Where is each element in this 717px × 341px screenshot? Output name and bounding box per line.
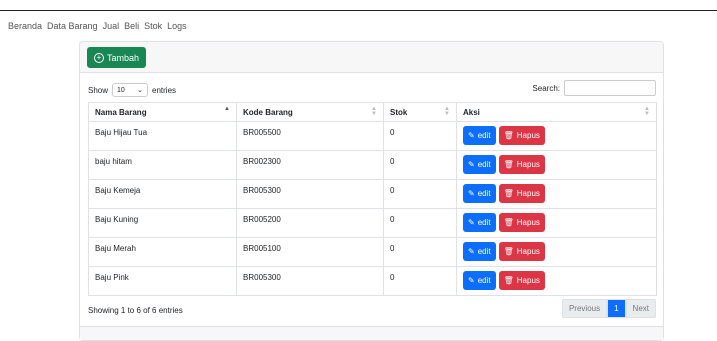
entries-select[interactable]: 10 ⌄ [112, 83, 149, 97]
pencil-icon: ✎ [468, 276, 475, 285]
cell-kode: BR002300 [236, 150, 384, 180]
pencil-icon: ✎ [468, 189, 475, 198]
search-box: Search: [532, 80, 656, 96]
pencil-icon: ✎ [468, 160, 475, 169]
card-footer [80, 326, 663, 340]
trash-icon: 🗑 [503, 218, 514, 227]
trash-icon: 🗑 [503, 189, 514, 198]
edit-button[interactable]: ✎ edit [463, 242, 496, 261]
cell-stok: 0 [383, 266, 457, 296]
cell-nama: Baju Merah [88, 237, 237, 267]
top-nav: Beranda Data Barang Jual Beli Stok Logs [8, 21, 187, 31]
edit-button[interactable]: ✎ edit [463, 126, 496, 145]
table-row: Baju Hijau Tua BR005500 0 ✎ edit 🗑 Hapus [88, 121, 657, 151]
table-header-row: Nama Barang ▲ Kode Barang ▲ ▼ Stok ▲ ▼ Aksi ▲ ▼ [88, 102, 657, 122]
hapus-button[interactable]: 🗑 Hapus [498, 184, 545, 203]
th-stok[interactable]: Stok ▲ ▼ [383, 102, 457, 122]
cell-nama: Baju Pink [88, 266, 237, 296]
nav-beranda[interactable]: Beranda [8, 21, 42, 31]
cell-nama: Baju Kuning [88, 208, 237, 238]
barang-table: Nama Barang ▲ Kode Barang ▲ ▼ Stok ▲ ▼ Aksi ▲ ▼… [88, 102, 657, 296]
hapus-button[interactable]: 🗑 Hapus [498, 271, 545, 290]
cell-stok: 0 [383, 237, 457, 267]
table-footer: Showing 1 to 6 of 6 entries Previous 1 N… [88, 297, 656, 319]
edit-button[interactable]: ✎ edit [463, 213, 496, 232]
table-row: Baju Pink BR005300 0 ✎ edit 🗑 Hapus [88, 266, 657, 296]
th-aksi[interactable]: Aksi ▲ ▼ [456, 102, 657, 122]
hapus-button[interactable]: 🗑 Hapus [498, 242, 545, 261]
edit-button[interactable]: ✎ edit [463, 184, 496, 203]
cell-stok: 0 [383, 208, 457, 238]
cell-kode: BR005200 [236, 208, 384, 238]
table-row: Baju Kemeja BR005300 0 ✎ edit 🗑 Hapus [88, 179, 657, 209]
table-row: baju hitam BR002300 0 ✎ edit 🗑 Hapus [88, 150, 657, 180]
trash-icon: 🗑 [503, 160, 514, 169]
trash-icon: 🗑 [503, 276, 514, 285]
entries-label: entries [152, 85, 177, 95]
hapus-button[interactable]: 🗑 Hapus [498, 126, 545, 145]
cell-stok: 0 [383, 121, 457, 151]
nav-stok[interactable]: Stok [144, 21, 162, 31]
data-card: + Tambah Show 10 ⌄ entries Search: Nama … [79, 41, 664, 341]
cell-kode: BR005500 [236, 121, 384, 151]
th-nama-barang[interactable]: Nama Barang ▲ [88, 102, 237, 122]
top-border [0, 10, 717, 11]
cell-nama: Baju Hijau Tua [88, 121, 237, 151]
page-1-button[interactable]: 1 [607, 299, 626, 318]
sort-icon: ▲ ▼ [444, 106, 450, 117]
previous-button[interactable]: Previous [561, 299, 608, 318]
nav-jual[interactable]: Jual [103, 21, 120, 31]
cell-stok: 0 [383, 179, 457, 209]
pencil-icon: ✎ [468, 131, 475, 140]
sort-icon: ▲ ▼ [371, 106, 377, 117]
pagination: Previous 1 Next [561, 299, 656, 318]
edit-button[interactable]: ✎ edit [463, 271, 496, 290]
table-row: Baju Merah BR005100 0 ✎ edit 🗑 Hapus [88, 237, 657, 267]
nav-beli[interactable]: Beli [124, 21, 139, 31]
cell-aksi: ✎ edit 🗑 Hapus [456, 266, 657, 296]
cell-aksi: ✎ edit 🗑 Hapus [456, 150, 657, 180]
pencil-icon: ✎ [468, 247, 475, 256]
sort-asc-icon: ▲ [224, 106, 230, 112]
cell-nama: baju hitam [88, 150, 237, 180]
hapus-button[interactable]: 🗑 Hapus [498, 155, 545, 174]
cell-aksi: ✎ edit 🗑 Hapus [456, 121, 657, 151]
nav-logs[interactable]: Logs [167, 21, 187, 31]
entries-value: 10 [117, 86, 125, 94]
card-header: + Tambah [80, 42, 663, 73]
cell-aksi: ✎ edit 🗑 Hapus [456, 179, 657, 209]
tambah-button[interactable]: + Tambah [87, 47, 147, 68]
chevron-down-icon: ⌄ [137, 87, 144, 94]
trash-icon: 🗑 [503, 131, 514, 140]
th-kode-barang[interactable]: Kode Barang ▲ ▼ [236, 102, 384, 122]
sort-icon: ▲ ▼ [644, 106, 650, 117]
pencil-icon: ✎ [468, 218, 475, 227]
entries-length: Show 10 ⌄ entries [88, 83, 176, 97]
next-button[interactable]: Next [625, 299, 656, 318]
cell-kode: BR005300 [236, 179, 384, 209]
table-controls: Show 10 ⌄ entries Search: [88, 80, 656, 98]
cell-nama: Baju Kemeja [88, 179, 237, 209]
hapus-button[interactable]: 🗑 Hapus [498, 213, 545, 232]
tambah-label: Tambah [107, 52, 140, 63]
search-label: Search: [532, 83, 560, 93]
table-row: Baju Kuning BR005200 0 ✎ edit 🗑 Hapus [88, 208, 657, 238]
search-input[interactable] [564, 80, 656, 96]
entries-info: Showing 1 to 6 of 6 entries [88, 306, 183, 315]
edit-button[interactable]: ✎ edit [463, 155, 496, 174]
plus-circle-icon: + [94, 52, 104, 63]
cell-aksi: ✎ edit 🗑 Hapus [456, 237, 657, 267]
cell-kode: BR005100 [236, 237, 384, 267]
cell-stok: 0 [383, 150, 457, 180]
cell-aksi: ✎ edit 🗑 Hapus [456, 208, 657, 238]
nav-data-barang[interactable]: Data Barang [47, 21, 98, 31]
trash-icon: 🗑 [503, 247, 514, 256]
show-label: Show [88, 85, 109, 95]
cell-kode: BR005300 [236, 266, 384, 296]
